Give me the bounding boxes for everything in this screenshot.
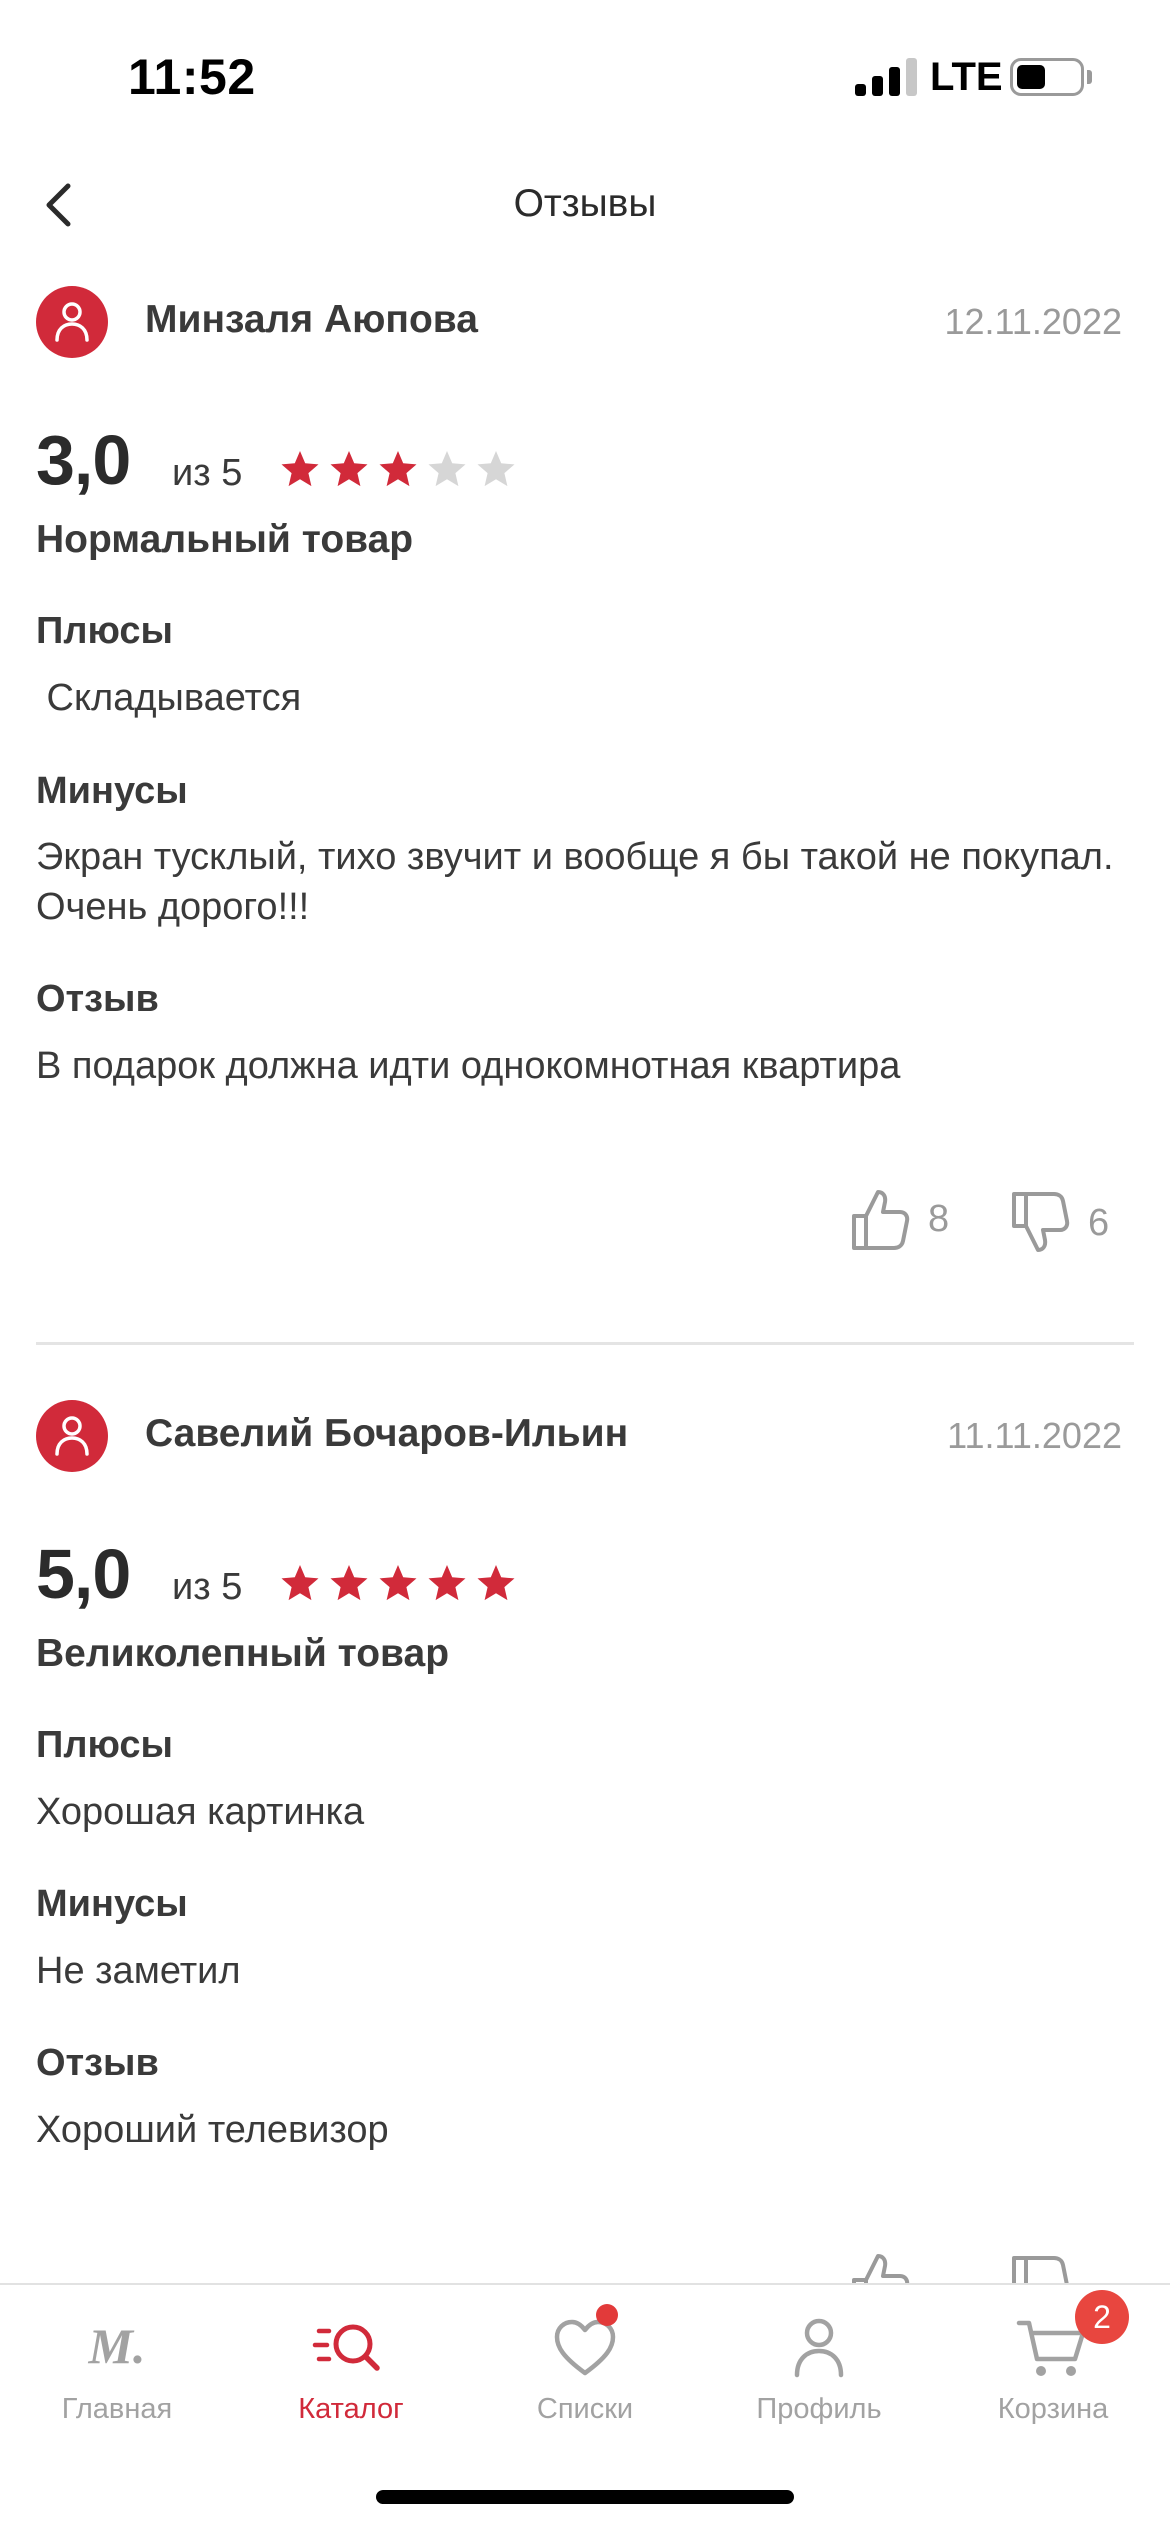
- header: Отзывы: [0, 160, 1170, 250]
- review-score: 5,0: [36, 1535, 131, 1613]
- star-filled-icon: [379, 451, 417, 487]
- tab-label: Профиль: [756, 2393, 882, 2425]
- thumbs-up-icon: [852, 1190, 910, 1250]
- star-filled-icon: [379, 1565, 417, 1601]
- avatar[interactable]: [36, 286, 108, 358]
- tab-profile[interactable]: Профиль: [702, 2285, 936, 2435]
- cons-text: Не заметил: [36, 1950, 241, 1992]
- tab-label: Главная: [61, 2393, 173, 2425]
- tab-label: Списки: [536, 2393, 634, 2425]
- tab-label: Корзина: [997, 2393, 1109, 2425]
- signal-icon: [855, 56, 917, 96]
- home-indicator[interactable]: [376, 2490, 794, 2504]
- review-author: Минзаля Аюпова: [145, 298, 478, 341]
- comment-label: Отзыв: [36, 978, 159, 1020]
- tab-cart[interactable]: Корзина: [936, 2285, 1170, 2435]
- comment-text: Хороший телевизор: [36, 2109, 389, 2151]
- review-verdict: Великолепный товар: [36, 1632, 450, 1675]
- rating-stars: [278, 448, 523, 492]
- cons-label: Минусы: [36, 1883, 188, 1925]
- pros-text: Складывается: [36, 677, 302, 719]
- review-author: Савелий Бочаров-Ильин: [145, 1412, 629, 1455]
- cart-badge: 2: [1075, 2290, 1129, 2344]
- star-empty-icon: [477, 451, 515, 487]
- like-count: 8: [928, 1198, 950, 1240]
- status-time: 11:52: [128, 49, 256, 105]
- status-bar: 11:52 LTE: [0, 0, 1170, 150]
- star-empty-icon: [428, 451, 466, 487]
- review-date: 11.11.2022: [947, 1415, 1122, 1456]
- person-icon: [55, 302, 89, 342]
- cons-label: Минусы: [36, 770, 188, 812]
- reviews-screen: 11:52 LTE Отзывы Минзаля Аюпова 12.11.20…: [0, 0, 1170, 2532]
- svg-text:M.: M.: [88, 2318, 146, 2374]
- review-date: 12.11.2022: [944, 301, 1122, 342]
- dislike-button[interactable]: 6: [1010, 1190, 1120, 1260]
- dislike-count: 6: [1088, 1202, 1110, 1244]
- score-out-of: из 5: [172, 1566, 243, 1608]
- page-title: Отзывы: [513, 182, 657, 225]
- like-button[interactable]: 8: [850, 1186, 960, 1256]
- tab-home[interactable]: M. Главная: [0, 2285, 234, 2435]
- battery-icon: [1010, 58, 1084, 96]
- star-filled-icon: [330, 1565, 368, 1601]
- tab-catalog[interactable]: Каталог: [234, 2285, 468, 2435]
- pros-label: Плюсы: [36, 610, 173, 652]
- rating-stars: [278, 1562, 523, 1606]
- comment-label: Отзыв: [36, 2042, 159, 2084]
- pros-text: Хорошая картинка: [36, 1791, 365, 1833]
- cons-text: Экран тусклый, тихо звучит и вообще я бы…: [36, 836, 1114, 928]
- review-score: 3,0: [36, 421, 131, 499]
- star-filled-icon: [281, 1565, 319, 1601]
- person-icon: [794, 2318, 844, 2378]
- pros-label: Плюсы: [36, 1724, 173, 1766]
- star-filled-icon: [330, 451, 368, 487]
- tab-label: Каталог: [298, 2393, 404, 2425]
- m-logo-icon: M.: [88, 2318, 146, 2374]
- star-filled-icon: [428, 1565, 466, 1601]
- person-icon: [55, 1416, 89, 1456]
- comment-text: В подарок должна идти однокомнотная квар…: [36, 1045, 901, 1087]
- catalog-search-icon: [312, 2324, 380, 2371]
- tab-lists[interactable]: Списки: [468, 2285, 702, 2435]
- notification-dot: [596, 2304, 618, 2326]
- star-filled-icon: [281, 451, 319, 487]
- avatar[interactable]: [36, 1400, 108, 1472]
- review-verdict: Нормальный товар: [36, 518, 414, 561]
- star-filled-icon: [477, 1565, 515, 1601]
- network-type: LTE: [930, 55, 1003, 99]
- divider: [36, 1342, 1134, 1345]
- thumbs-down-icon: [1012, 1192, 1070, 1252]
- score-out-of: из 5: [172, 452, 243, 494]
